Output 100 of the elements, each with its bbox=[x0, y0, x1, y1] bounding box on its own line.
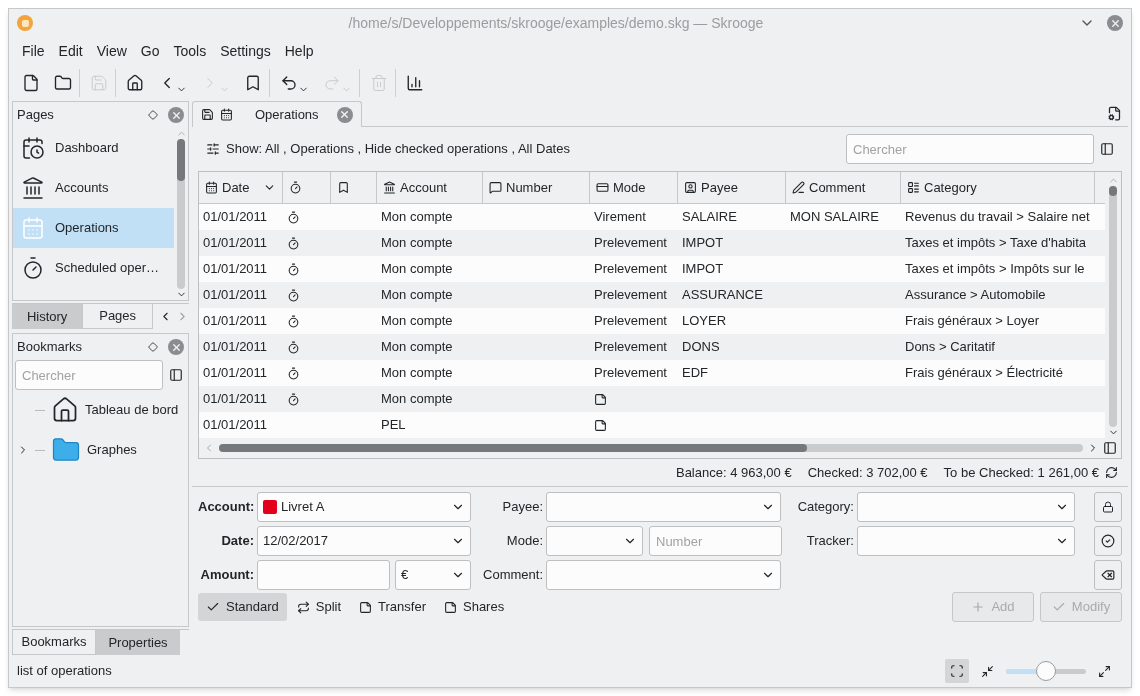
tracker-combo[interactable] bbox=[857, 526, 1075, 556]
menu-item[interactable]: Help bbox=[277, 40, 321, 62]
operations-tab[interactable]: Operations bbox=[192, 101, 362, 127]
table-cell-text: Mon compte bbox=[380, 286, 454, 305]
currency-combo[interactable]: € bbox=[395, 560, 471, 590]
scrollbar-thumb[interactable] bbox=[177, 139, 185, 181]
table-cell: Frais généraux > Électricité bbox=[905, 365, 1063, 381]
field-label: Mode: bbox=[505, 532, 543, 551]
zoom-slider[interactable] bbox=[1006, 661, 1086, 681]
menu-item[interactable]: Settings bbox=[213, 40, 278, 62]
menu-item[interactable]: Go bbox=[133, 40, 167, 62]
float-icon[interactable] bbox=[148, 110, 158, 120]
timer-icon bbox=[287, 262, 300, 276]
page-item[interactable]: Scheduled oper… bbox=[13, 248, 174, 288]
timer-icon bbox=[287, 340, 300, 354]
table-cell-text: Prelevement bbox=[594, 286, 667, 305]
bookmark-item[interactable]: Tableau de bord bbox=[13, 390, 188, 430]
menu-item[interactable]: Tools bbox=[166, 40, 214, 62]
tab-close-icon[interactable] bbox=[336, 106, 353, 123]
table-row[interactable]: 01/01/2011 Mon compte Prelevement DONS Dons > Caritatif bbox=[199, 334, 1105, 360]
scheduled-icon bbox=[21, 256, 45, 280]
filter-icon[interactable] bbox=[206, 142, 220, 156]
field-label: Category: bbox=[796, 498, 854, 517]
dock-tab[interactable]: Pages bbox=[82, 304, 153, 329]
mode-combo[interactable] bbox=[546, 526, 643, 556]
menu-item[interactable]: View bbox=[89, 40, 134, 62]
dock-close-icon[interactable] bbox=[168, 107, 184, 123]
table-cell-text: Prelevement bbox=[594, 234, 667, 253]
table-cell-text: Mon compte bbox=[380, 260, 454, 279]
table-row[interactable]: 01/01/2011 Mon compte Prelevement IMPOT Taxes et impôts > Taxe d'habita bbox=[199, 230, 1105, 256]
column-header[interactable]: Number bbox=[483, 172, 590, 203]
mode-tab[interactable]: Standard bbox=[198, 593, 287, 621]
column-header[interactable]: Category bbox=[901, 172, 1095, 203]
list-options-icon[interactable] bbox=[1103, 441, 1117, 455]
zoom-out-icon[interactable] bbox=[981, 664, 994, 678]
note-icon bbox=[359, 600, 373, 614]
payee-combo[interactable] bbox=[546, 492, 781, 522]
mode-tab[interactable]: Split bbox=[288, 593, 350, 621]
clear-button[interactable] bbox=[1094, 560, 1122, 590]
date-field[interactable]: 12/02/2017 bbox=[257, 526, 471, 556]
fit-icon bbox=[950, 664, 964, 678]
table-cell: Taxes et impôts > Taxe d'habita bbox=[905, 235, 1087, 251]
table-cell-text: Virement bbox=[594, 208, 646, 227]
backspace-icon bbox=[1101, 568, 1115, 582]
column-header[interactable]: Comment bbox=[786, 172, 901, 203]
list-options-icon[interactable] bbox=[169, 368, 183, 382]
table-cell-text: Mon compte bbox=[380, 338, 454, 357]
menu-item[interactable]: File bbox=[15, 40, 52, 62]
table-row[interactable]: 01/01/2011 Mon compte bbox=[199, 386, 1105, 412]
number-icon bbox=[489, 181, 502, 194]
table-cell-text: Mon compte bbox=[380, 312, 454, 331]
window-close-icon[interactable] bbox=[1107, 15, 1123, 31]
zoom-in-icon[interactable] bbox=[1098, 664, 1111, 678]
app-logo-icon bbox=[17, 15, 33, 31]
table-cell-text: Prelevement bbox=[594, 338, 667, 357]
table-cell: IMPOT bbox=[682, 235, 724, 251]
amount-field[interactable] bbox=[257, 560, 390, 590]
check-button[interactable] bbox=[1094, 526, 1122, 556]
page-item[interactable]: Operations bbox=[13, 208, 174, 248]
dock-tab[interactable]: Properties bbox=[96, 630, 180, 655]
table-cell-text: Mon compte bbox=[380, 208, 454, 227]
column-header[interactable]: Date bbox=[199, 172, 283, 203]
page-item[interactable]: Accounts bbox=[13, 168, 174, 208]
slider-thumb[interactable] bbox=[1036, 661, 1056, 681]
float-icon[interactable] bbox=[148, 342, 158, 352]
dock-title: Bookmarks bbox=[17, 338, 84, 357]
field-label: Account: bbox=[198, 498, 254, 517]
scrollbar-thumb[interactable] bbox=[1109, 186, 1117, 196]
status-text: list of operations bbox=[17, 662, 113, 681]
search-field[interactable]: Chercher bbox=[15, 360, 163, 390]
split-icon bbox=[296, 600, 310, 614]
category-combo[interactable] bbox=[857, 492, 1075, 522]
lock-button[interactable] bbox=[1094, 492, 1122, 522]
field-label: Date: bbox=[220, 532, 254, 551]
page-settings-icon[interactable] bbox=[1107, 106, 1122, 121]
mode-tab[interactable]: Transfer bbox=[351, 593, 434, 621]
bookmark-item[interactable]: Graphes bbox=[13, 430, 188, 470]
save-icon bbox=[201, 108, 214, 121]
page-item[interactable]: Dashboard bbox=[13, 128, 174, 168]
check-icon bbox=[1051, 600, 1066, 614]
search-field[interactable]: Chercher bbox=[846, 134, 1094, 164]
refresh-icon[interactable] bbox=[1105, 466, 1118, 479]
column-header[interactable]: Account bbox=[377, 172, 483, 203]
menu-item[interactable]: Edit bbox=[51, 40, 90, 62]
column-header[interactable]: Payee bbox=[678, 172, 786, 203]
scrollbar-thumb[interactable] bbox=[219, 444, 807, 452]
table-cell-text: 01/01/2011 bbox=[202, 208, 269, 227]
column-header[interactable]: Mode bbox=[590, 172, 678, 203]
table-cell-text: Prelevement bbox=[594, 260, 667, 279]
dock-tab[interactable]: Bookmarks bbox=[12, 630, 96, 655]
table-row[interactable]: 01/01/2011 Mon compte Prelevement ASSURANCE Assurance > Automobile bbox=[199, 282, 1105, 308]
timer-icon bbox=[289, 181, 302, 194]
dock-tab[interactable]: History bbox=[12, 304, 83, 329]
fit-button[interactable] bbox=[945, 659, 969, 683]
mode-tab[interactable]: Shares bbox=[436, 593, 513, 621]
number-field[interactable]: Number bbox=[649, 526, 782, 556]
account-combo[interactable]: Livret A bbox=[257, 492, 471, 522]
dock-close-icon[interactable] bbox=[168, 339, 184, 355]
list-options-icon[interactable] bbox=[1100, 142, 1114, 156]
comment-combo[interactable] bbox=[546, 560, 781, 590]
